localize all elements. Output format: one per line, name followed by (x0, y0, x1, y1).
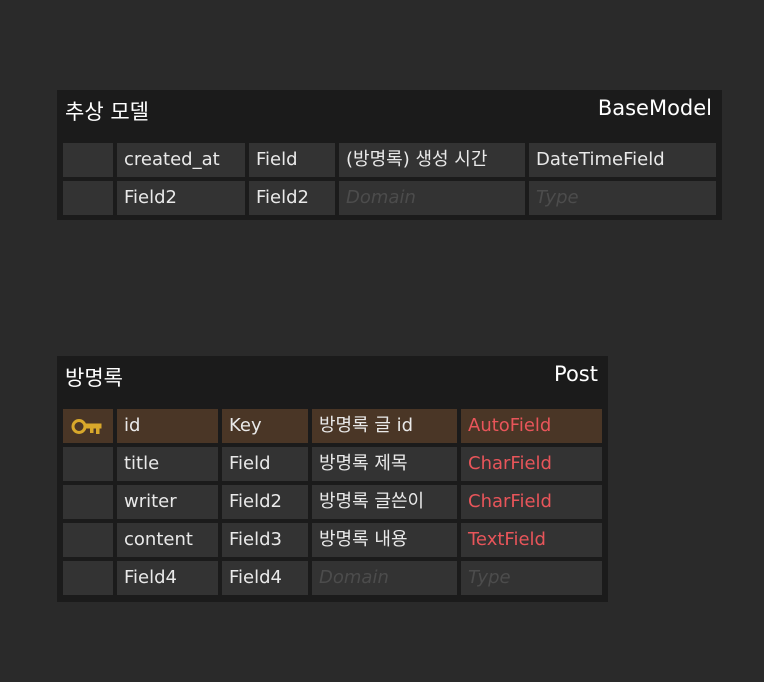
column-row[interactable]: title Field 방명록 제목 CharField (63, 447, 602, 481)
entity-physical-name: Post (554, 362, 598, 386)
column-row[interactable]: created_at Field (방명록) 생성 시간 DateTimeFie… (63, 143, 716, 177)
key-cell (63, 485, 113, 519)
column-name: writer (117, 485, 218, 519)
key-cell (63, 447, 113, 481)
column-domain: 방명록 글쓴이 (312, 485, 457, 519)
column-logical-name: Field (249, 143, 335, 177)
column-domain: 방명록 내용 (312, 523, 457, 557)
entity-basemodel[interactable]: 추상 모델 BaseModel created_at Field (방명록) 생… (57, 90, 722, 220)
column-logical-name: Field4 (222, 561, 308, 595)
entity-logical-name: 방명록 (65, 366, 123, 390)
column-name: title (117, 447, 218, 481)
column-data-type: Type (461, 561, 602, 595)
entity-physical-name: BaseModel (597, 96, 712, 120)
column-logical-name: Field2 (249, 181, 335, 215)
column-name: Field2 (117, 181, 245, 215)
key-icon (71, 419, 102, 434)
column-data-type: AutoField (461, 409, 602, 443)
column-logical-name: Key (222, 409, 308, 443)
key-cell (63, 523, 113, 557)
column-logical-name: Field (222, 447, 308, 481)
column-data-type: CharField (461, 485, 602, 519)
key-cell (63, 561, 113, 595)
entity-header[interactable]: 방명록 Post (57, 356, 608, 396)
entity-logical-name: 추상 모델 (65, 100, 149, 124)
column-name: Field4 (117, 561, 218, 595)
column-domain: Domain (339, 181, 525, 215)
key-cell (63, 181, 113, 215)
column-row[interactable]: content Field3 방명록 내용 TextField (63, 523, 602, 557)
column-data-type: Type (529, 181, 716, 215)
entity-post[interactable]: 방명록 Post id Key 방명록 글 id AutoField title… (57, 356, 608, 602)
column-name: created_at (117, 143, 245, 177)
entity-header[interactable]: 추상 모델 BaseModel (57, 90, 722, 130)
column-logical-name: Field2 (222, 485, 308, 519)
column-logical-name: Field3 (222, 523, 308, 557)
column-domain: (방명록) 생성 시간 (339, 143, 525, 177)
key-cell (63, 409, 113, 443)
key-cell (63, 143, 113, 177)
column-data-type: CharField (461, 447, 602, 481)
column-data-type: DateTimeField (529, 143, 716, 177)
column-row-primary-key[interactable]: id Key 방명록 글 id AutoField (63, 409, 602, 443)
column-data-type: TextField (461, 523, 602, 557)
column-row[interactable]: Field4 Field4 Domain Type (63, 561, 602, 595)
column-name: id (117, 409, 218, 443)
column-name: content (117, 523, 218, 557)
column-domain: 방명록 글 id (312, 409, 457, 443)
column-domain: Domain (312, 561, 457, 595)
column-domain: 방명록 제목 (312, 447, 457, 481)
column-row[interactable]: Field2 Field2 Domain Type (63, 181, 716, 215)
column-row[interactable]: writer Field2 방명록 글쓴이 CharField (63, 485, 602, 519)
